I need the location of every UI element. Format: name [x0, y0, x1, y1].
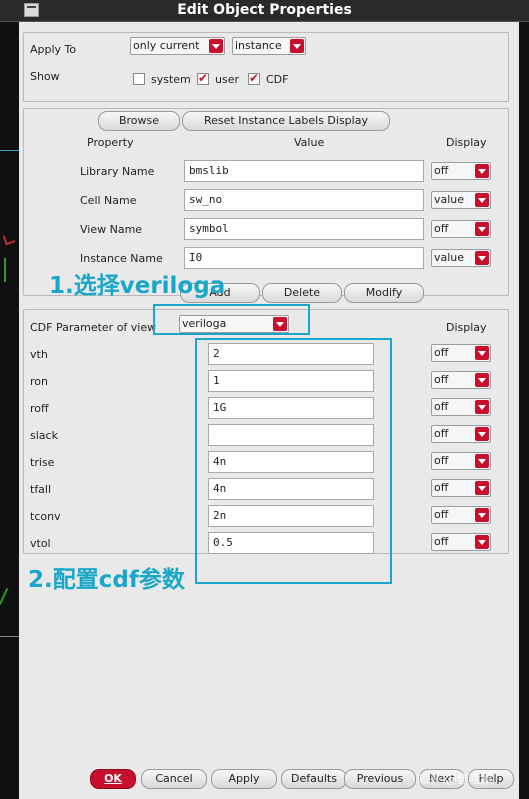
cell-name-display-dropdown[interactable]: value [431, 191, 491, 209]
param-name: trise [30, 456, 55, 469]
ron-display-dropdown[interactable]: off [431, 371, 491, 389]
apply-scope-dropdown[interactable]: only current [130, 37, 225, 55]
show-user-label: user [215, 73, 239, 86]
display-value: value [434, 251, 465, 264]
reset-instance-labels-button[interactable]: Reset Instance Labels Display [182, 111, 390, 131]
dropdown-arrow-icon [475, 508, 489, 522]
cdf-display-column-header: Display [446, 321, 487, 334]
dropdown-arrow-icon [475, 535, 489, 549]
browse-button[interactable]: Browse [98, 111, 180, 131]
schematic-wire [0, 150, 19, 151]
roff-display-dropdown[interactable]: off [431, 398, 491, 416]
cancel-label: Cancel [155, 772, 193, 785]
show-system-label: system [151, 73, 191, 86]
param-name: ron [30, 375, 48, 388]
display-column-header: Display [446, 136, 487, 149]
apply-type-dropdown[interactable]: instance [232, 37, 306, 55]
dropdown-arrow-icon [475, 454, 489, 468]
defaults-label: Defaults [291, 772, 337, 785]
display-value: off [434, 481, 449, 494]
vth-display-dropdown[interactable]: off [431, 344, 491, 362]
display-value: off [434, 508, 449, 521]
apply-label: Apply [228, 772, 260, 785]
cell-name-input[interactable]: sw_no [184, 189, 424, 211]
display-value: off [434, 400, 449, 413]
display-value: off [434, 373, 449, 386]
property-name: View Name [80, 223, 143, 236]
apply-show-group: Apply To only current instance Show syst… [23, 32, 509, 102]
value-column-header: Value [294, 136, 325, 149]
schematic-wire [0, 587, 20, 611]
previous-label: Previous [356, 772, 404, 785]
property-name: Library Name [80, 165, 155, 178]
apply-button[interactable]: Apply [211, 769, 277, 789]
annotation-box-params [195, 338, 392, 584]
schematic-wire [0, 636, 19, 637]
annotation-step2: 2.配置cdf参数 [28, 567, 185, 593]
watermark: 知乎 @曹曈原 [417, 772, 493, 786]
display-value: off [434, 164, 449, 177]
dropdown-arrow-icon [290, 39, 304, 53]
dropdown-arrow-icon [475, 193, 489, 207]
display-value: off [434, 535, 449, 548]
tconv-display-dropdown[interactable]: off [431, 506, 491, 524]
ok-label: OK [104, 772, 122, 785]
param-name: vth [30, 348, 48, 361]
dropdown-arrow-icon [209, 39, 223, 53]
param-name: slack [30, 429, 58, 442]
view-name-input[interactable]: symbol [184, 218, 424, 240]
annotation-box-view [153, 304, 310, 335]
display-value: off [434, 454, 449, 467]
dropdown-arrow-icon [475, 251, 489, 265]
annotation-step1: 1.选择veriloga [49, 273, 226, 299]
schematic-wire [2, 232, 16, 246]
slack-display-dropdown[interactable]: off [431, 425, 491, 443]
apply-scope-value: only current [133, 39, 200, 52]
show-label: Show [30, 70, 60, 83]
library-name-display-dropdown[interactable]: off [431, 162, 491, 180]
display-value: off [434, 346, 449, 359]
show-cdf-checkbox[interactable] [248, 71, 260, 85]
param-name: tfall [30, 483, 52, 496]
modify-button[interactable]: Modify [344, 283, 424, 303]
param-name: vtol [30, 537, 51, 550]
param-name: roff [30, 402, 49, 415]
dropdown-arrow-icon [475, 164, 489, 178]
param-name: tconv [30, 510, 61, 523]
show-cdf-label: CDF [266, 73, 289, 86]
tfall-display-dropdown[interactable]: off [431, 479, 491, 497]
dropdown-arrow-icon [475, 400, 489, 414]
view-name-display-dropdown[interactable]: off [431, 220, 491, 238]
delete-button[interactable]: Delete [262, 283, 342, 303]
show-user-checkbox[interactable] [197, 71, 209, 85]
ok-button[interactable]: OK [90, 769, 136, 789]
library-name-input[interactable]: bmslib [184, 160, 424, 182]
dropdown-arrow-icon [475, 373, 489, 387]
vtol-display-dropdown[interactable]: off [431, 533, 491, 551]
display-value: off [434, 427, 449, 440]
trise-display-dropdown[interactable]: off [431, 452, 491, 470]
property-name: Instance Name [80, 252, 163, 265]
apply-to-label: Apply To [30, 43, 77, 56]
dropdown-arrow-icon [475, 481, 489, 495]
display-value: value [434, 193, 465, 206]
previous-button[interactable]: Previous [344, 769, 416, 789]
dropdown-arrow-icon [475, 427, 489, 441]
property-name: Cell Name [80, 194, 137, 207]
dropdown-arrow-icon [475, 346, 489, 360]
window-title: Edit Object Properties [177, 2, 352, 18]
show-system-checkbox[interactable] [133, 73, 145, 85]
cdf-view-label: CDF Parameter of view [30, 321, 157, 334]
dropdown-arrow-icon [475, 222, 489, 236]
title-bar[interactable]: Edit Object Properties [0, 0, 529, 22]
instance-name-display-dropdown[interactable]: value [431, 249, 491, 267]
property-column-header: Property [87, 136, 134, 149]
display-value: off [434, 222, 449, 235]
defaults-button[interactable]: Defaults [281, 769, 347, 789]
schematic-wire [4, 258, 6, 282]
cancel-button[interactable]: Cancel [141, 769, 207, 789]
apply-type-value: instance [235, 39, 282, 52]
